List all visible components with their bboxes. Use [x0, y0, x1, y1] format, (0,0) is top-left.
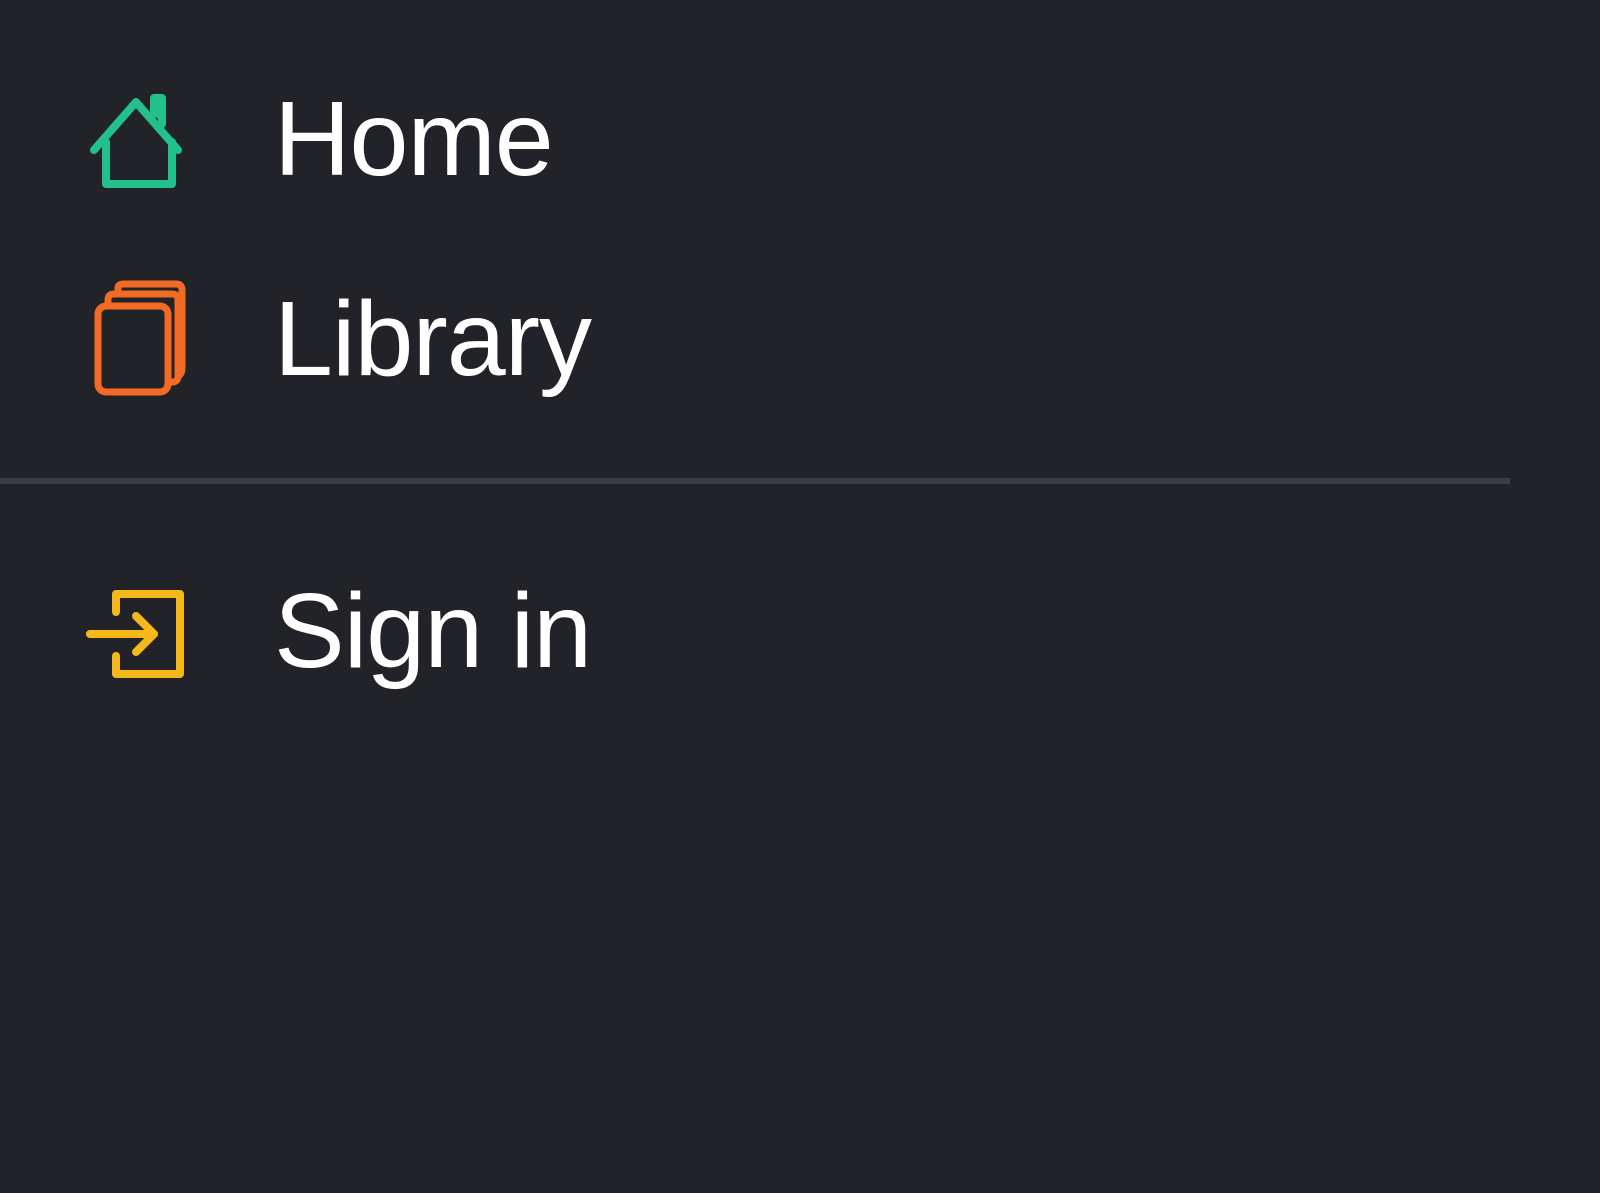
home-icon [84, 84, 194, 194]
sign-in-icon [84, 576, 194, 686]
menu-item-label: Sign in [274, 572, 592, 690]
library-icon [84, 280, 194, 396]
menu-item-sign-in[interactable]: Sign in [0, 556, 1540, 706]
navigation-menu: Home Library Sign in [0, 0, 1600, 1193]
menu-item-label: Home [274, 80, 554, 198]
menu-item-home[interactable]: Home [0, 64, 1540, 214]
menu-item-library[interactable]: Library [0, 264, 1540, 414]
menu-item-label: Library [274, 280, 592, 398]
menu-divider [0, 478, 1510, 484]
